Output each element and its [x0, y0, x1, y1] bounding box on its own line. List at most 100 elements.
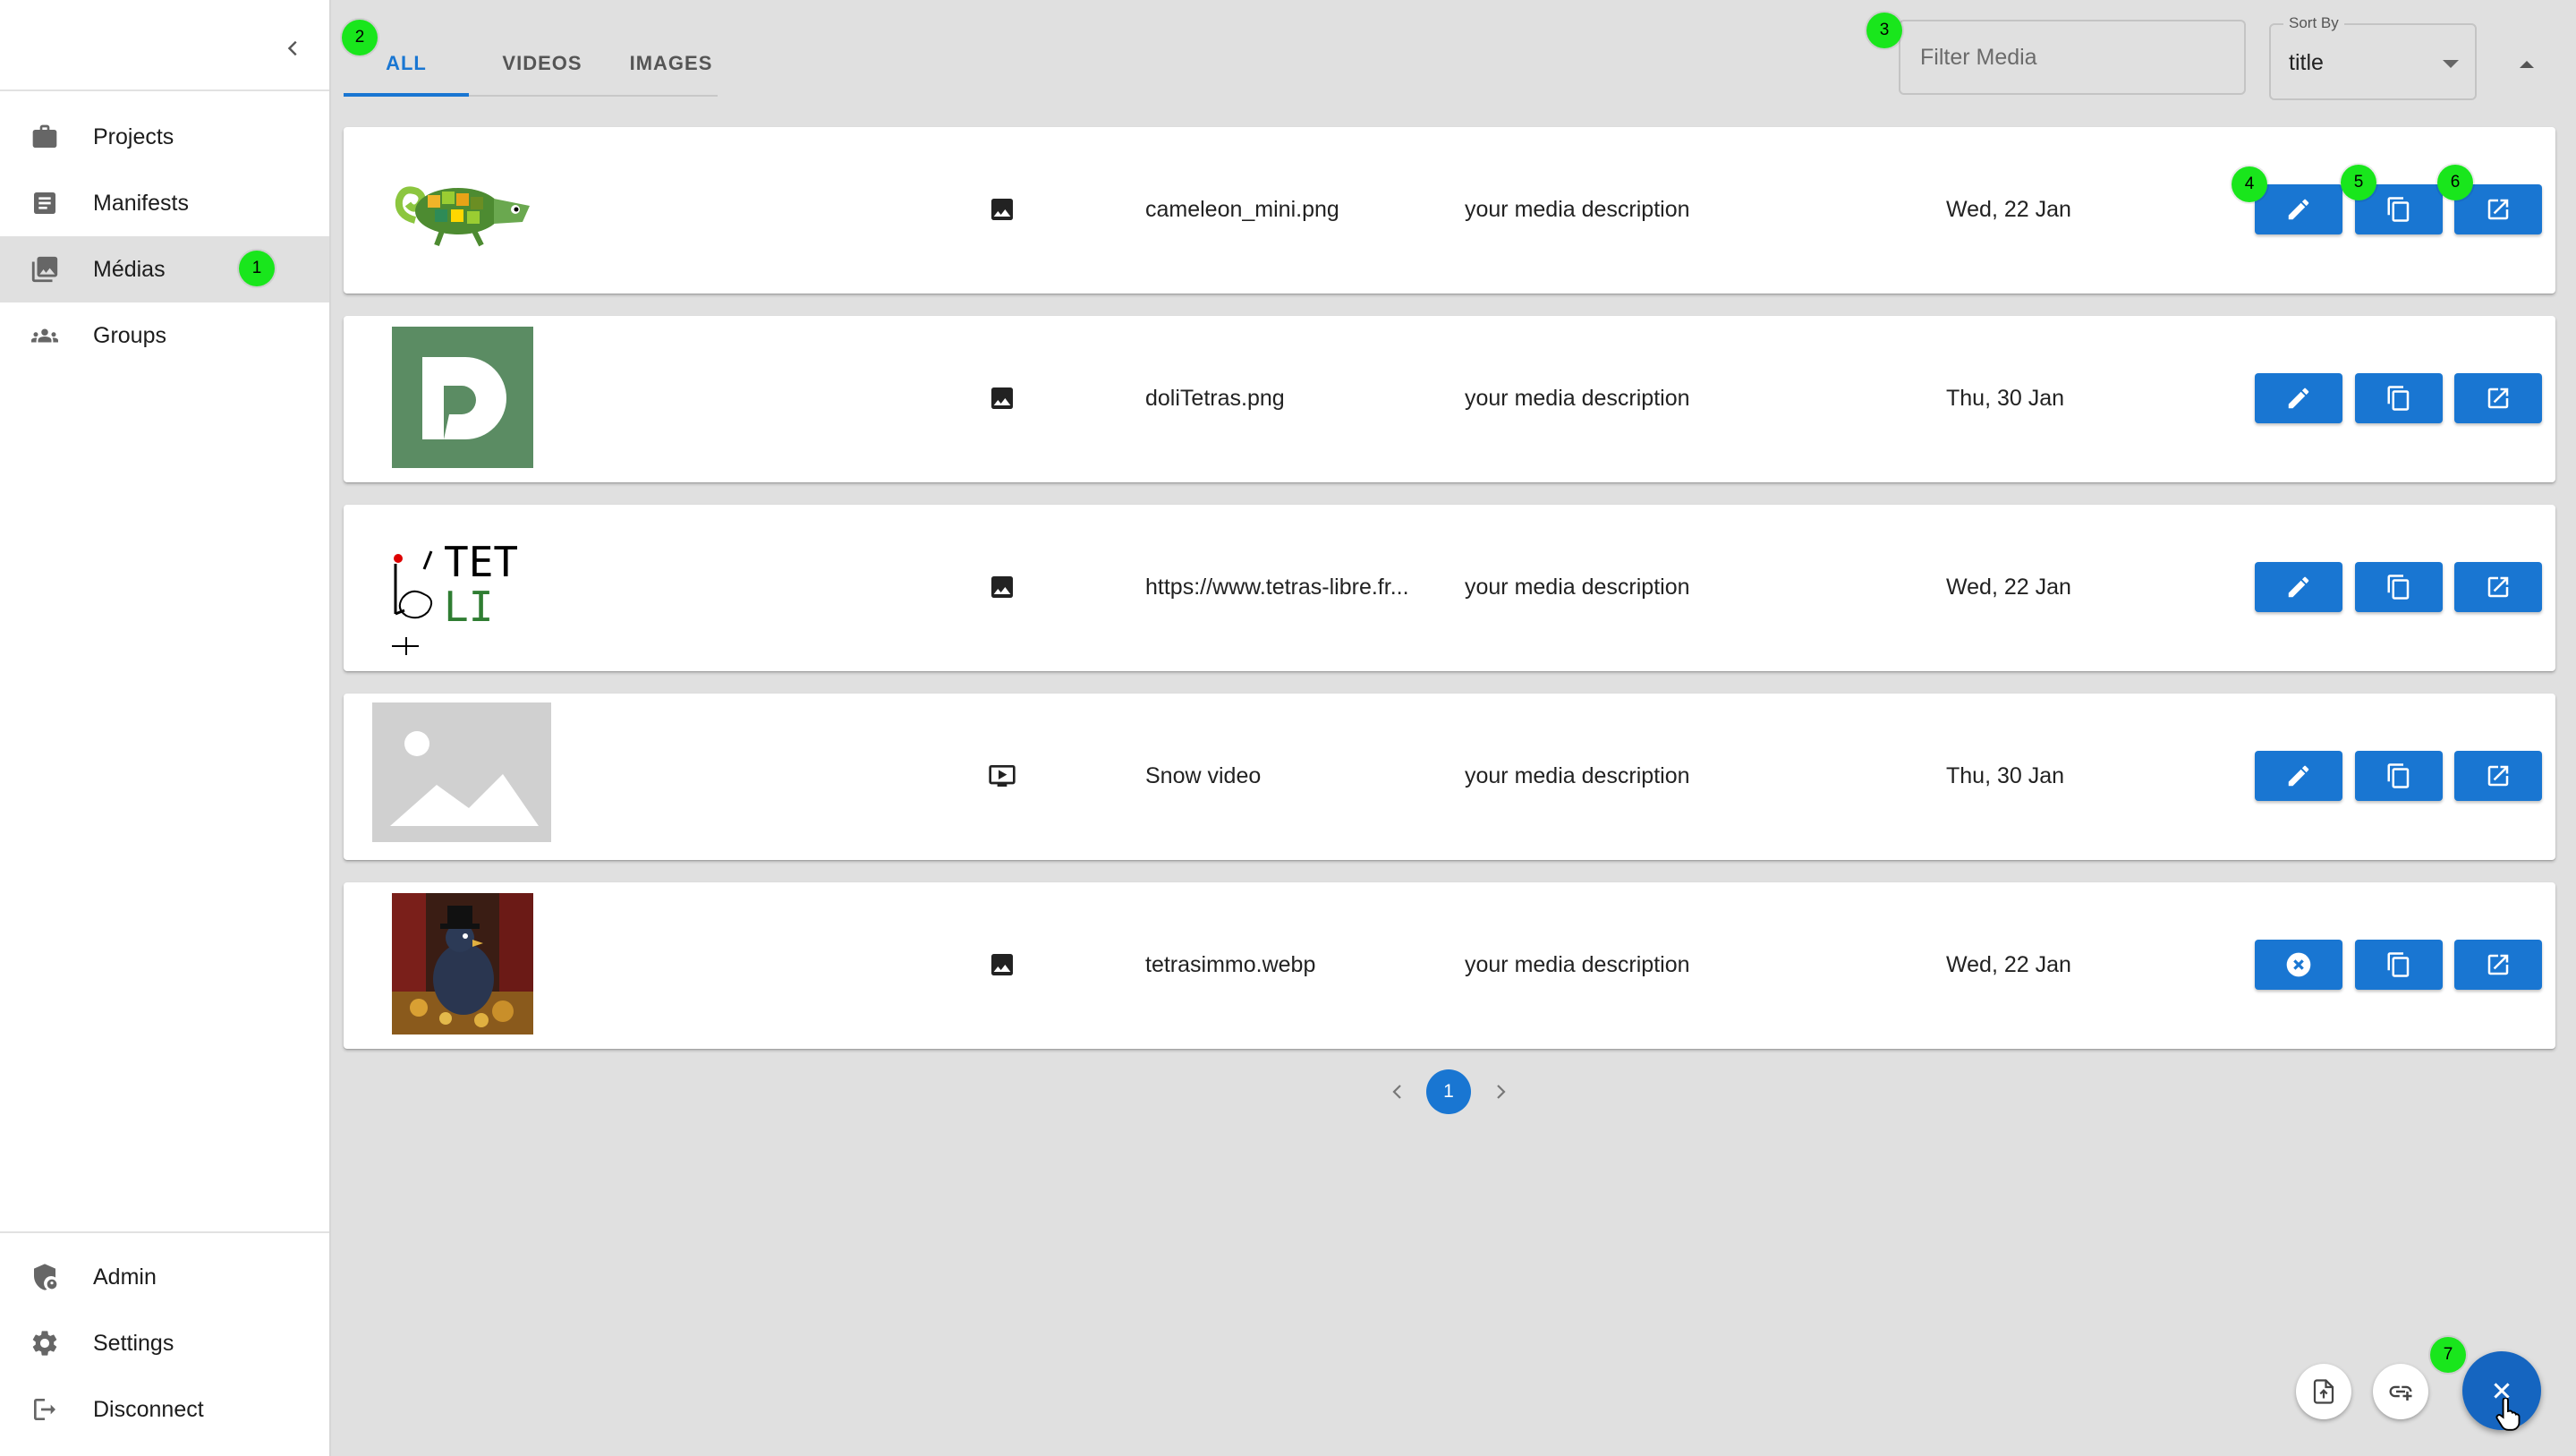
caret-down-icon — [2443, 57, 2459, 73]
briefcase-icon — [27, 119, 63, 155]
tab-images[interactable]: IMAGES — [608, 32, 734, 95]
open-media-button[interactable] — [2454, 562, 2542, 612]
media-thumbnail[interactable] — [388, 140, 537, 274]
active-tab-indicator — [344, 93, 469, 97]
sort-by-value: title — [2289, 50, 2324, 75]
chameleon-thumbnail — [395, 186, 530, 247]
filter-media-field[interactable] — [1899, 20, 2246, 95]
image-icon — [984, 192, 1020, 227]
mouse-cursor-icon — [2495, 1398, 2521, 1431]
copy-media-link-button[interactable] — [2355, 751, 2443, 801]
media-description: your media description — [1465, 952, 1690, 977]
copy-media-link-button[interactable] — [2355, 940, 2443, 990]
chevron-left-icon — [287, 40, 297, 56]
video-icon — [984, 758, 1020, 794]
admin-shield-icon — [27, 1259, 63, 1295]
remove-media-button[interactable] — [2255, 940, 2342, 990]
filter-media-input[interactable] — [1918, 43, 2226, 72]
chevron-left-icon — [1392, 1085, 1401, 1099]
open-media-button[interactable] — [2454, 940, 2542, 990]
annotation-badge: 2 — [342, 20, 378, 55]
copy-media-link-button[interactable] — [2355, 373, 2443, 423]
annotation-badge: 7 — [2430, 1337, 2466, 1373]
edit-media-button[interactable] — [2255, 373, 2342, 423]
media-date: Wed, 22 Jan — [1946, 575, 2071, 600]
sort-by-select[interactable]: Sort By title — [2269, 14, 2477, 100]
collapse-sidebar-button[interactable] — [274, 29, 313, 68]
media-row: TET LI https://www.tetras-libre.fr... yo… — [344, 505, 2555, 671]
sidebar-item-manifests[interactable]: Manifests — [0, 170, 329, 236]
tetras-logo-bottom-text: LI — [444, 583, 493, 631]
tetras-logo-top-text: TET — [444, 538, 518, 586]
sidebar-item-label: Admin — [93, 1264, 157, 1290]
open-in-new-icon — [2487, 576, 2509, 598]
copy-icon — [2387, 197, 2410, 222]
page-number-button[interactable]: 1 — [1426, 1069, 1471, 1114]
next-page-button[interactable] — [1485, 1076, 1518, 1108]
open-media-button[interactable] — [2454, 751, 2542, 801]
doli-logo-thumbnail — [392, 327, 533, 468]
media-row: Snow video your media description Thu, 3… — [344, 694, 2555, 860]
sidebar-item-label: Projects — [93, 123, 174, 149]
tab-videos[interactable]: VIDEOS — [476, 32, 608, 95]
gear-icon — [27, 1325, 63, 1361]
copy-icon — [2387, 386, 2410, 411]
copy-icon — [2387, 952, 2410, 977]
pencil-icon — [2288, 765, 2309, 787]
image-icon — [984, 569, 1020, 605]
sort-direction-toggle[interactable] — [2509, 48, 2545, 81]
media-title: tetrasimmo.webp — [1145, 952, 1316, 977]
media-thumbnail[interactable] — [392, 893, 533, 1035]
copy-icon — [2387, 575, 2410, 600]
media-row: cameleon_mini.png your media description… — [344, 127, 2555, 294]
sidebar: Projects Manifests Médias Groups Admin S… — [0, 0, 331, 1456]
sidebar-item-disconnect[interactable]: Disconnect — [0, 1376, 329, 1443]
media-description: your media description — [1465, 197, 1690, 222]
sidebar-item-label: Settings — [93, 1330, 174, 1356]
open-in-new-icon — [2487, 765, 2509, 787]
media-thumbnail[interactable] — [392, 327, 533, 468]
media-title: doliTetras.png — [1145, 386, 1285, 411]
sidebar-item-label: Disconnect — [93, 1396, 204, 1422]
tetras-libre-logo-thumbnail: TET LI — [392, 515, 533, 657]
open-in-new-icon — [2487, 387, 2509, 409]
sidebar-item-groups[interactable]: Groups — [0, 302, 329, 369]
add-link-icon — [2389, 1385, 2412, 1401]
media-thumbnail[interactable] — [372, 702, 551, 842]
annotation-badge: 6 — [2437, 165, 2473, 200]
groups-icon — [27, 318, 63, 353]
media-date: Thu, 30 Jan — [1946, 763, 2065, 788]
edit-media-button[interactable] — [2255, 184, 2342, 234]
edit-media-button[interactable] — [2255, 751, 2342, 801]
upload-file-button[interactable] — [2296, 1364, 2351, 1419]
add-link-button[interactable] — [2373, 1364, 2428, 1419]
media-date: Wed, 22 Jan — [1946, 197, 2071, 222]
sidebar-item-label: Manifests — [93, 190, 189, 216]
previous-page-button[interactable] — [1381, 1076, 1413, 1108]
arrow-up-icon — [2520, 61, 2534, 68]
photo-library-icon — [27, 251, 63, 287]
media-date: Wed, 22 Jan — [1946, 952, 2071, 977]
logout-icon — [27, 1392, 63, 1427]
sidebar-item-settings[interactable]: Settings — [0, 1310, 329, 1376]
media-thumbnail[interactable]: TET LI — [392, 515, 533, 657]
placeholder-image-icon — [372, 702, 551, 842]
sidebar-item-projects[interactable]: Projects — [0, 104, 329, 170]
edit-media-button[interactable] — [2255, 562, 2342, 612]
sidebar-item-medias[interactable]: Médias — [0, 236, 329, 302]
open-media-button[interactable] — [2454, 373, 2542, 423]
copy-media-link-button[interactable] — [2355, 562, 2443, 612]
painting-thumbnail — [392, 893, 533, 1035]
copy-icon — [2387, 763, 2410, 788]
annotation-badge: 1 — [239, 251, 275, 286]
sidebar-item-admin[interactable]: Admin — [0, 1244, 329, 1310]
media-row: doliTetras.png your media description Th… — [344, 316, 2555, 482]
annotation-badge: 5 — [2341, 165, 2376, 200]
chevron-right-icon — [1497, 1085, 1506, 1099]
file-upload-icon — [2313, 1379, 2334, 1404]
sidebar-divider — [0, 1231, 329, 1233]
sidebar-item-label: Médias — [93, 256, 166, 282]
open-in-new-icon — [2487, 199, 2509, 220]
sort-by-label: Sort By — [2283, 14, 2344, 32]
sidebar-divider — [0, 89, 329, 91]
